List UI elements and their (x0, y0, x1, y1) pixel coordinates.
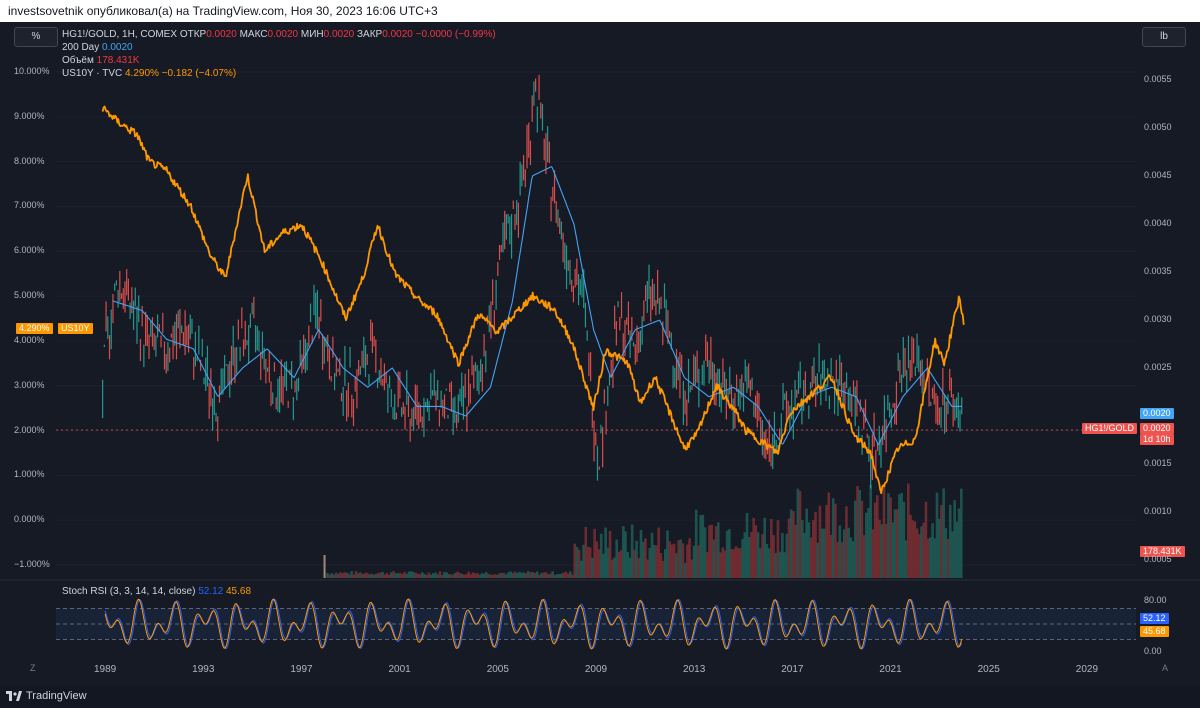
us10y-change: −0.182 (−4.07%) (161, 68, 237, 79)
us10y-label[interactable]: US10Y · TVC (62, 68, 122, 79)
right-axis-tick: 0.0040 (1144, 218, 1172, 228)
left-axis-tick: 2.000% (14, 424, 45, 435)
ratio-value-tag: 0.0020 (1140, 423, 1174, 434)
volume-bar (960, 488, 963, 578)
chart-legend: HG1!/GOLD, 1H, COMEX ОТКР0.0020 МАКС0.00… (62, 28, 496, 80)
volume-spike-bar (323, 555, 326, 578)
low-value: 0.0020 (323, 29, 355, 40)
left-axis-tick: 8.000% (14, 155, 45, 166)
x-axis-tick: 2009 (584, 664, 608, 675)
rsi-d-tag: 45.68 (1140, 626, 1169, 637)
tradingview-logo[interactable]: TradingView (6, 690, 87, 702)
x-axis-tick: 1997 (290, 664, 313, 675)
header-text: investsovetnik опубликовал(а) на Trading… (8, 4, 438, 18)
left-axis-tick: 7.000% (14, 200, 45, 211)
rsi-level-80: 80.00 (1144, 595, 1167, 605)
us10y-value: 4.290% (125, 68, 159, 79)
ma-value: 0.0020 (102, 42, 133, 53)
ratio-name-tag: HG1!/GOLD (1082, 423, 1138, 434)
left-axis-tick: 3.000% (14, 379, 45, 390)
right-axis-tick: 0.0035 (1144, 266, 1172, 276)
stoch-rsi-k: 52.12 (198, 586, 224, 597)
volume-label[interactable]: Объём (62, 55, 94, 66)
ma-value-tag: 0.0020 (1140, 408, 1174, 419)
low-label: МИН (300, 29, 324, 40)
high-label: МАКС (239, 29, 268, 40)
left-axis-tick: 10.000% (14, 66, 50, 76)
zoom-toggle[interactable]: Z (30, 663, 36, 673)
right-axis-tick: 0.0050 (1144, 122, 1172, 132)
tradingview-icon (6, 691, 22, 701)
us10y-value-tag: 4.290% (16, 323, 53, 334)
left-axis-tick: 0.000% (14, 514, 45, 525)
close-label: ЗАКР (357, 29, 383, 40)
left-axis-tick: −1.000% (14, 559, 50, 569)
footer: TradingView (0, 686, 1200, 708)
header-bar: investsovetnik опубликовал(а) на Trading… (0, 0, 1200, 22)
right-axis-tick: 0.0030 (1144, 314, 1172, 324)
x-axis-tick: 1993 (192, 664, 215, 675)
right-axis-tick: 0.0055 (1144, 74, 1172, 84)
high-value: 0.0020 (267, 29, 299, 40)
countdown-tag: 1d 10h (1140, 434, 1174, 445)
volume-value: 178.431K (96, 55, 140, 66)
brand-name: TradingView (26, 690, 87, 702)
ma-label[interactable]: 200 Day (62, 42, 99, 53)
right-scale-button[interactable]: lb (1142, 27, 1186, 47)
left-axis-tick: 1.000% (14, 469, 45, 480)
left-axis-tick: 9.000% (14, 110, 45, 121)
x-axis-tick: 2017 (781, 664, 804, 675)
stoch-rsi-d: 45.68 (226, 586, 252, 597)
x-axis-tick: 2025 (977, 664, 1000, 675)
left-axis-tick: 4.000% (14, 334, 45, 345)
right-axis-tick: 0.0015 (1144, 458, 1172, 468)
stoch-rsi-label[interactable]: Stoch RSI (3, 3, 14, 14, close) (62, 586, 195, 597)
us10y-line (101, 105, 965, 495)
x-axis-tick: 1989 (93, 664, 117, 675)
left-axis-tick: 6.000% (14, 245, 45, 256)
x-axis-tick: 2021 (879, 664, 902, 675)
right-axis-tick: 0.0045 (1144, 170, 1172, 180)
change-value: −0.0000 (−0.99%) (415, 29, 496, 40)
x-axis-tick: 2005 (486, 664, 509, 675)
x-axis-tick: 2013 (683, 664, 706, 675)
open-label: ОТКР (179, 29, 207, 40)
x-axis-tick: 2029 (1075, 664, 1099, 675)
left-scale-button[interactable]: % (14, 27, 58, 47)
right-axis-tick: 0.0005 (1144, 554, 1172, 564)
right-axis-tick: 0.0025 (1144, 362, 1172, 372)
stoch-rsi-legend: Stoch RSI (3, 3, 14, 14, close) 52.12 45… (62, 586, 251, 597)
auto-scale-toggle[interactable]: A (1162, 663, 1168, 673)
x-axis-tick: 2001 (388, 664, 411, 675)
right-axis-tick: 0.0010 (1144, 506, 1172, 516)
close-value: 0.0020 (382, 29, 413, 40)
symbol-label[interactable]: HG1!/GOLD, 1H, COMEX (62, 29, 177, 40)
rsi-level-0: 0.00 (1144, 646, 1162, 656)
rsi-k-tag: 52.12 (1140, 613, 1169, 624)
open-value: 0.0020 (206, 29, 237, 40)
us10y-name-tag: US10Y (58, 323, 93, 334)
left-axis-tick: 5.000% (14, 290, 45, 301)
